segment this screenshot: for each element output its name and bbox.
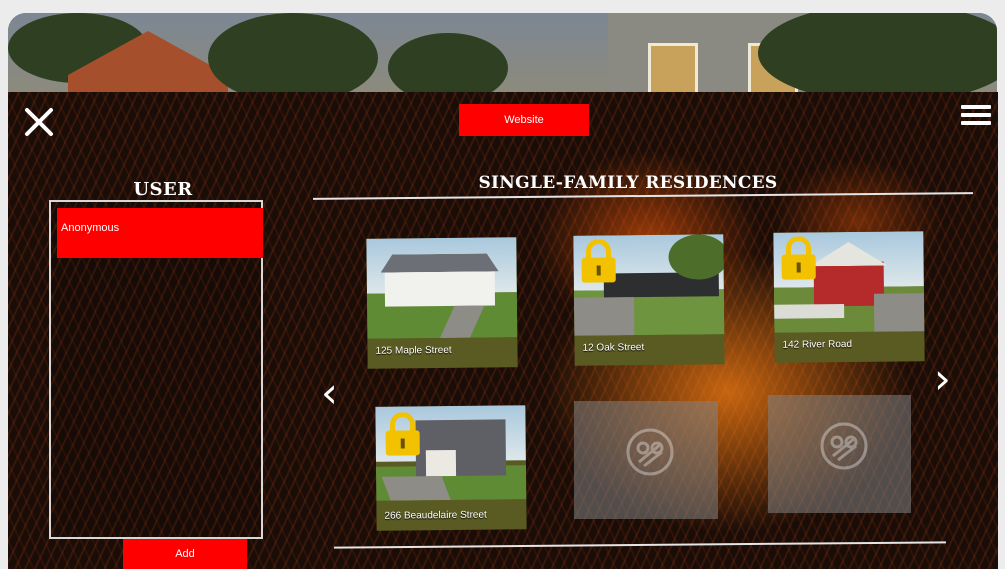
divider [334,541,946,549]
card-label: 125 Maple Street [375,344,452,357]
residence-card-oak[interactable]: 12 Oak Street [573,234,725,366]
website-button[interactable]: Website [459,104,589,136]
card-label: 266 Beaudelaire Street [384,509,487,522]
residence-card-beaudelaire[interactable]: 266 Beaudelaire Street [375,405,527,531]
main-panel: Website USER Anonymous Add SINGLE-FAMILY… [8,92,998,569]
chevron-left-icon[interactable]: ‹ [321,372,338,414]
card-label: 142 River Road [782,338,853,351]
user-list[interactable]: Anonymous [49,200,263,539]
menu-line [961,113,991,117]
card-label: 12 Oak Street [582,342,645,354]
tree [208,13,378,103]
hamburger-menu-icon[interactable] [961,101,991,131]
menu-line [961,121,991,125]
residence-card-maple[interactable]: 125 Maple Street [366,237,518,369]
window [648,43,698,99]
close-button[interactable] [22,105,56,139]
padlock-icon [581,239,616,283]
user-item-anonymous[interactable]: Anonymous [57,208,263,258]
padlock-icon [781,236,816,280]
add-user-button[interactable]: Add [123,539,247,569]
chevron-right-icon[interactable]: › [934,358,951,400]
owl-logo-icon [820,422,868,470]
residence-card-river[interactable]: 142 River Road [773,231,925,363]
divider [313,192,973,200]
user-title: USER [133,179,193,200]
section-title: SINGLE-FAMILY RESIDENCES [478,173,778,193]
residence-card-empty [574,401,718,519]
close-icon [25,108,53,136]
menu-line [961,105,991,109]
padlock-icon [385,412,420,456]
house-thumbnail [366,237,518,339]
residence-card-empty [768,395,911,513]
owl-logo-icon [626,428,674,476]
